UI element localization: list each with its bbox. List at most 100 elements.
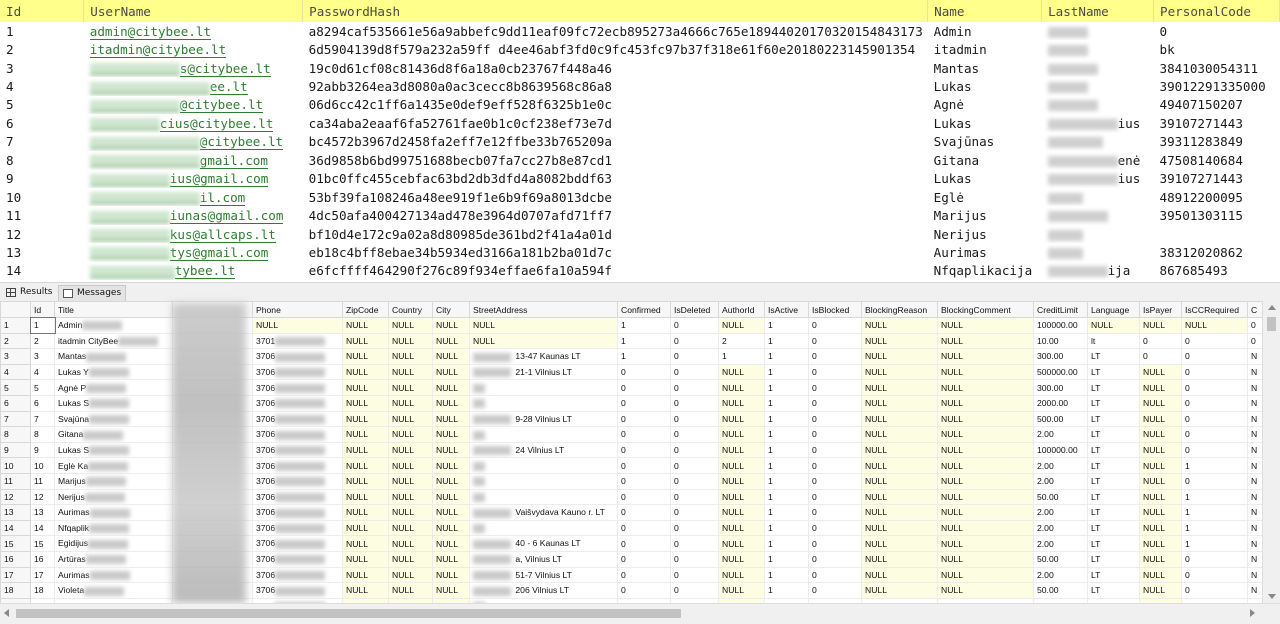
grid-cell[interactable]: 0	[1181, 472, 1248, 490]
grid-cell[interactable]: NULL	[342, 504, 389, 521]
grid-cell[interactable]: itadmin CityBee	[54, 332, 173, 350]
grid-cell[interactable]: 0	[670, 379, 719, 396]
grid-column-header[interactable]: Title	[54, 301, 173, 318]
grid-column-header[interactable]: BlockingComment	[937, 301, 1034, 318]
grid-column-header[interactable]: Phone	[252, 301, 343, 318]
cell-username[interactable]: ius@gmail.com	[84, 170, 303, 188]
grid-cell[interactable]: 0	[808, 394, 862, 412]
vertical-scrollbar[interactable]	[1262, 301, 1280, 603]
grid-cell[interactable]: 1	[1181, 504, 1248, 521]
grid-cell[interactable]: Marijus	[54, 472, 173, 490]
top-table-row[interactable]: 14 tybee.lt e6fcffff464290f276c89f934effae…	[0, 262, 1280, 280]
top-table-row[interactable]: 5 @citybee.lt 06d6cc42c1ff6a1435e0def9eff5…	[0, 96, 1280, 114]
grid-cell[interactable]: 3706	[252, 348, 343, 365]
grid-cell[interactable]: 0	[670, 363, 719, 381]
grid-cell[interactable]: NULL	[718, 550, 765, 568]
cell-username[interactable]: @citybee.lt	[84, 133, 303, 151]
grid-cell[interactable]: NULL	[937, 317, 1034, 334]
top-column-header[interactable]: PasswordHash	[302, 0, 929, 22]
grid-cell[interactable]: NULL	[342, 332, 389, 350]
scroll-down-icon[interactable]	[1268, 594, 1276, 599]
grid-cell[interactable]: NULL	[718, 566, 765, 584]
grid-cell[interactable]: 1	[764, 488, 809, 506]
grid-cell[interactable]	[469, 488, 618, 506]
grid-cell[interactable]: Lukas S	[54, 441, 173, 459]
grid-cell[interactable]: 5	[30, 379, 55, 396]
grid-cell[interactable]: NULL	[718, 363, 765, 381]
grid-cell[interactable]: NULL	[432, 535, 470, 552]
scroll-thumb[interactable]	[1267, 317, 1276, 331]
grid-cell[interactable]: NULL	[718, 504, 765, 521]
grid-cell[interactable]: NULL	[342, 379, 389, 396]
grid-cell[interactable]: 1	[764, 363, 809, 381]
grid-cell[interactable]: NULL	[937, 410, 1034, 428]
cell-username[interactable]: tybee.lt	[84, 262, 303, 280]
grid-cell[interactable]: Svajūna	[54, 410, 173, 428]
grid-cell[interactable]: NULL	[861, 550, 938, 568]
grid-cell[interactable]: NULL	[388, 535, 433, 552]
grid-cell[interactable]	[469, 457, 618, 474]
grid-cell[interactable]: NULL	[1139, 426, 1182, 443]
cell-username[interactable]: ee.lt	[84, 77, 303, 96]
grid-cell[interactable]: NULL	[937, 519, 1034, 537]
grid-cell[interactable]: NULL	[861, 348, 938, 365]
grid-cell[interactable]: 0	[617, 426, 671, 443]
grid-cell[interactable]: 50.00	[1033, 550, 1088, 568]
grid-cell[interactable]: NULL	[937, 535, 1034, 552]
grid-cell[interactable]: NULL	[388, 582, 433, 599]
grid-cell[interactable]: 100000.00	[1033, 317, 1088, 334]
grid-cell[interactable]: NULL	[861, 504, 938, 521]
grid-cell[interactable]: NULL	[1139, 363, 1182, 381]
grid-cell[interactable]: NULL	[342, 535, 389, 552]
grid-cell[interactable]: NULL	[1139, 488, 1182, 506]
top-column-header[interactable]: UserName	[83, 0, 304, 22]
grid-cell[interactable]: 0	[1181, 379, 1248, 396]
grid-cell[interactable]: NULL	[718, 441, 765, 459]
grid-cell[interactable]: NULL	[718, 472, 765, 490]
grid-cell[interactable]: 3706	[252, 363, 343, 381]
grid-cell[interactable]: NULL	[937, 379, 1034, 396]
grid-cell[interactable]: 3	[30, 348, 55, 365]
grid-cell[interactable]: NULL	[861, 317, 938, 334]
grid-cell[interactable]: NULL	[1139, 582, 1182, 599]
grid-cell[interactable]: LT	[1087, 363, 1140, 381]
grid-cell[interactable]: 0	[808, 426, 862, 443]
grid-cell[interactable]: 1	[764, 550, 809, 568]
grid-column-header[interactable]	[0, 301, 31, 318]
grid-cell[interactable]: lt	[1087, 332, 1140, 350]
grid-cell[interactable]: 0	[1181, 410, 1248, 428]
grid-cell[interactable]: 0	[670, 441, 719, 459]
grid-cell[interactable]: 0	[617, 488, 671, 506]
grid-cell[interactable]: NULL	[432, 488, 470, 506]
grid-cell[interactable]: NULL	[432, 457, 470, 474]
grid-cell[interactable]: 10.00	[1033, 332, 1088, 350]
grid-cell[interactable]: Lukas Y	[54, 363, 173, 381]
grid-cell[interactable]: 2.00	[1033, 566, 1088, 584]
grid-cell[interactable]: 0	[670, 582, 719, 599]
cell-username[interactable]: kus@allcaps.lt	[84, 225, 303, 243]
tab-messages[interactable]: Messages	[58, 285, 127, 302]
top-column-header[interactable]: Name	[927, 0, 1043, 22]
cell-username[interactable]: il.com	[84, 188, 303, 206]
grid-cell[interactable]: 18	[30, 582, 55, 599]
grid-column-header[interactable]: ZipCode	[342, 301, 389, 318]
top-table-row[interactable]: 9 ius@gmail.com 01bc0ffc455cebfac63bd2db3d…	[0, 170, 1280, 188]
grid-cell[interactable]: NULL	[1139, 519, 1182, 537]
top-table-row[interactable]: 3 s@citybee.lt 19c0d61cf08c81436d8f6a18a0c…	[0, 59, 1280, 77]
grid-column-header[interactable]: Language	[1087, 301, 1140, 318]
grid-cell[interactable]: LT	[1087, 535, 1140, 552]
grid-cell[interactable]	[469, 379, 618, 396]
grid-column-header[interactable]: IsPayer	[1139, 301, 1182, 318]
grid-cell[interactable]: LT	[1087, 410, 1140, 428]
grid-cell[interactable]: LT	[1087, 441, 1140, 459]
grid-cell[interactable]: NULL	[432, 519, 470, 537]
grid-cell[interactable]: 2.00	[1033, 426, 1088, 443]
grid-cell[interactable]: 0	[1181, 550, 1248, 568]
grid-cell[interactable]: NULL	[861, 566, 938, 584]
grid-cell[interactable]: NULL	[342, 472, 389, 490]
grid-cell[interactable]: 0	[670, 519, 719, 537]
grid-cell[interactable]: 1	[764, 457, 809, 474]
grid-cell[interactable]: 1	[617, 317, 671, 334]
grid-cell[interactable]: LT	[1087, 519, 1140, 537]
grid-cell[interactable]: 1	[764, 441, 809, 459]
